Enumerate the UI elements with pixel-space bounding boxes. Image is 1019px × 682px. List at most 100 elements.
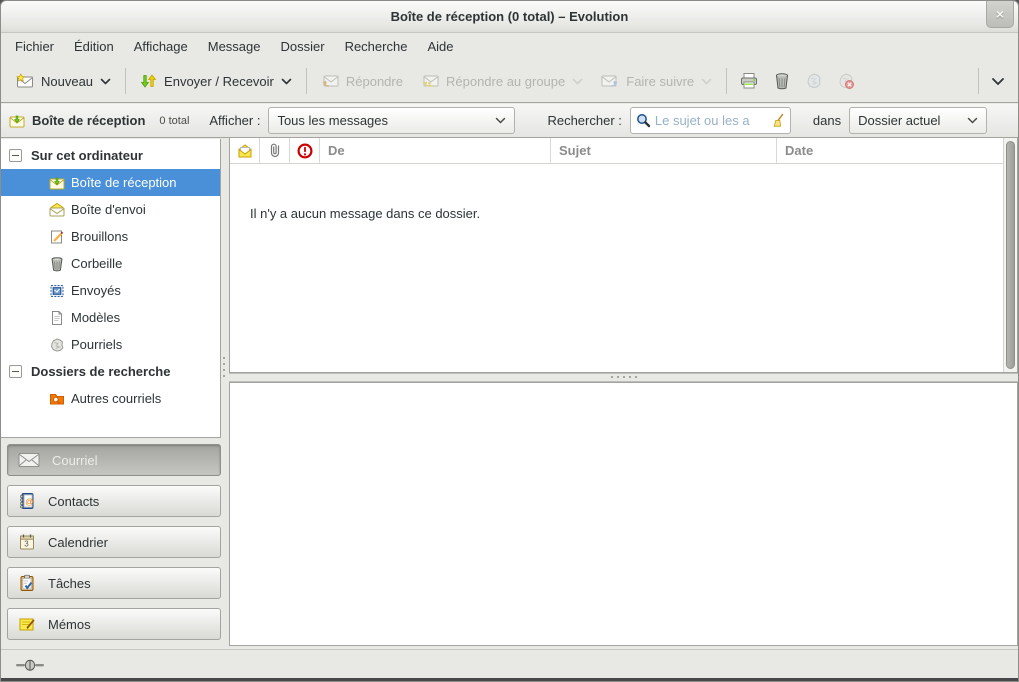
scrollbar-thumb[interactable] <box>1006 141 1015 369</box>
show-filter-dropdown[interactable]: Tous les messages <box>268 107 515 134</box>
sidebar-splitter[interactable] <box>221 139 229 649</box>
tree-group-search-folders[interactable]: Dossiers de recherche <box>1 358 220 385</box>
new-mail-icon <box>16 73 34 89</box>
status-bar <box>1 649 1018 680</box>
junk-icon <box>805 72 823 90</box>
switcher-button-label: Courriel <box>52 453 98 468</box>
sidebar-item-drafts[interactable]: Brouillons <box>1 223 220 250</box>
close-button[interactable]: × <box>986 1 1014 28</box>
toolbar-separator <box>306 68 307 94</box>
column-subject[interactable]: Sujet <box>551 138 777 163</box>
new-button[interactable]: Nouveau <box>7 67 120 95</box>
drafts-icon <box>49 229 65 245</box>
column-label: De <box>328 143 345 158</box>
window-title: Boîte de réception (0 total) – Evolution <box>1 9 1018 24</box>
trash-icon <box>49 256 65 272</box>
sidebar-item-trash[interactable]: Corbeille <box>1 250 220 277</box>
expander-icon[interactable] <box>9 149 22 162</box>
chevron-down-icon <box>100 78 111 85</box>
search-input[interactable] <box>655 113 770 128</box>
delete-button[interactable] <box>766 66 798 96</box>
sidebar-item-outbox[interactable]: Boîte d'envoi <box>1 196 220 223</box>
forward-button: Faire suivre <box>592 67 721 95</box>
menu-edition[interactable]: Édition <box>64 34 124 59</box>
switcher-tasks-button[interactable]: Tâches <box>7 567 221 599</box>
not-junk-icon <box>837 72 855 90</box>
in-label: dans <box>813 113 841 128</box>
preview-splitter[interactable] <box>229 373 1018 382</box>
switcher-memos-button[interactable]: Mémos <box>7 608 221 640</box>
empty-folder-message: Il n'y a aucun message dans ce dossier. <box>250 206 1017 221</box>
menu-recherche[interactable]: Recherche <box>335 34 418 59</box>
sidebar-item-other-mail[interactable]: Autres courriels <box>1 385 220 412</box>
show-filter-value: Tous les messages <box>277 113 388 128</box>
column-date[interactable]: Date <box>777 138 991 163</box>
switcher-contacts-button[interactable]: @ Contacts <box>7 485 221 517</box>
reply-button-label: Répondre <box>346 74 403 89</box>
forward-button-label: Faire suivre <box>626 74 694 89</box>
menu-dossier[interactable]: Dossier <box>270 34 334 59</box>
search-scope-value: Dossier actuel <box>858 113 940 128</box>
column-attachment[interactable] <box>260 138 290 163</box>
current-folder-label: Boîte de réception <box>32 113 145 128</box>
forward-icon <box>601 73 619 89</box>
sidebar-item-label: Envoyés <box>71 283 121 298</box>
reply-button: Répondre <box>312 67 412 95</box>
sent-icon <box>49 283 65 299</box>
preview-pane <box>229 382 1018 646</box>
switcher-button-label: Tâches <box>48 576 91 591</box>
switcher-button-label: Contacts <box>48 494 99 509</box>
folder-tree: Sur cet ordinateur Boîte de réception Bo… <box>1 139 221 438</box>
svg-text:3: 3 <box>24 540 29 549</box>
chevron-down-icon <box>572 78 583 85</box>
send-receive-button[interactable]: Envoyer / Recevoir <box>131 67 301 95</box>
column-priority[interactable] <box>290 138 320 163</box>
menu-message[interactable]: Message <box>198 34 271 59</box>
tree-group-on-this-computer[interactable]: Sur cet ordinateur <box>1 142 220 169</box>
menu-affichage[interactable]: Affichage <box>124 34 198 59</box>
message-list: De Sujet Date Il n'y a aucun message dan… <box>229 138 1018 373</box>
tree-group-label: Dossiers de recherche <box>31 364 170 379</box>
calendar-icon: 3 <box>18 533 36 551</box>
outbox-icon <box>49 202 65 218</box>
new-button-label: Nouveau <box>41 74 93 89</box>
sidebar-item-inbox[interactable]: Boîte de réception <box>1 169 220 196</box>
menu-aide[interactable]: Aide <box>417 34 463 59</box>
sidebar-item-templates[interactable]: Modèles <box>1 304 220 331</box>
chevron-down-icon <box>495 117 506 124</box>
trash-icon <box>773 72 791 90</box>
toolbar-separator <box>125 68 126 94</box>
sidebar-item-junk[interactable]: Pourriels <box>1 331 220 358</box>
junk-button <box>798 66 830 96</box>
expander-icon[interactable] <box>9 365 22 378</box>
column-from[interactable]: De <box>320 138 551 163</box>
online-status-icon[interactable] <box>15 657 45 673</box>
component-switcher: Courriel @ Contacts 3 Calendrier Tâches … <box>7 444 221 649</box>
toolbar-overflow-button[interactable] <box>984 71 1012 92</box>
column-status[interactable] <box>230 138 260 163</box>
sidebar-item-label: Boîte de réception <box>71 175 177 190</box>
window-bottom-edge <box>1 678 1018 681</box>
switcher-button-label: Mémos <box>48 617 91 632</box>
paperclip-icon <box>269 142 281 159</box>
message-list-scrollbar[interactable] <box>1003 138 1017 372</box>
print-button[interactable] <box>732 66 766 96</box>
chevron-down-icon <box>991 77 1005 86</box>
switcher-mail-button[interactable]: Courriel <box>7 444 221 476</box>
search-folder-icon <box>49 391 65 407</box>
chevron-down-icon <box>701 78 712 85</box>
chevron-down-icon <box>281 78 292 85</box>
titlebar: Boîte de réception (0 total) – Evolution… <box>1 1 1018 33</box>
splitter-handle <box>229 376 1018 378</box>
send-receive-icon <box>140 73 157 89</box>
inbox-icon <box>49 175 65 191</box>
menu-fichier[interactable]: Fichier <box>5 34 64 59</box>
clear-search-icon[interactable] <box>770 113 785 128</box>
show-label: Afficher : <box>209 113 260 128</box>
sidebar-item-sent[interactable]: Envoyés <box>1 277 220 304</box>
switcher-calendar-button[interactable]: 3 Calendrier <box>7 526 221 558</box>
message-list-header: De Sujet Date <box>230 138 1017 164</box>
search-scope-dropdown[interactable]: Dossier actuel <box>849 107 987 134</box>
inbox-icon <box>9 113 25 129</box>
sidebar-item-label: Corbeille <box>71 256 122 271</box>
